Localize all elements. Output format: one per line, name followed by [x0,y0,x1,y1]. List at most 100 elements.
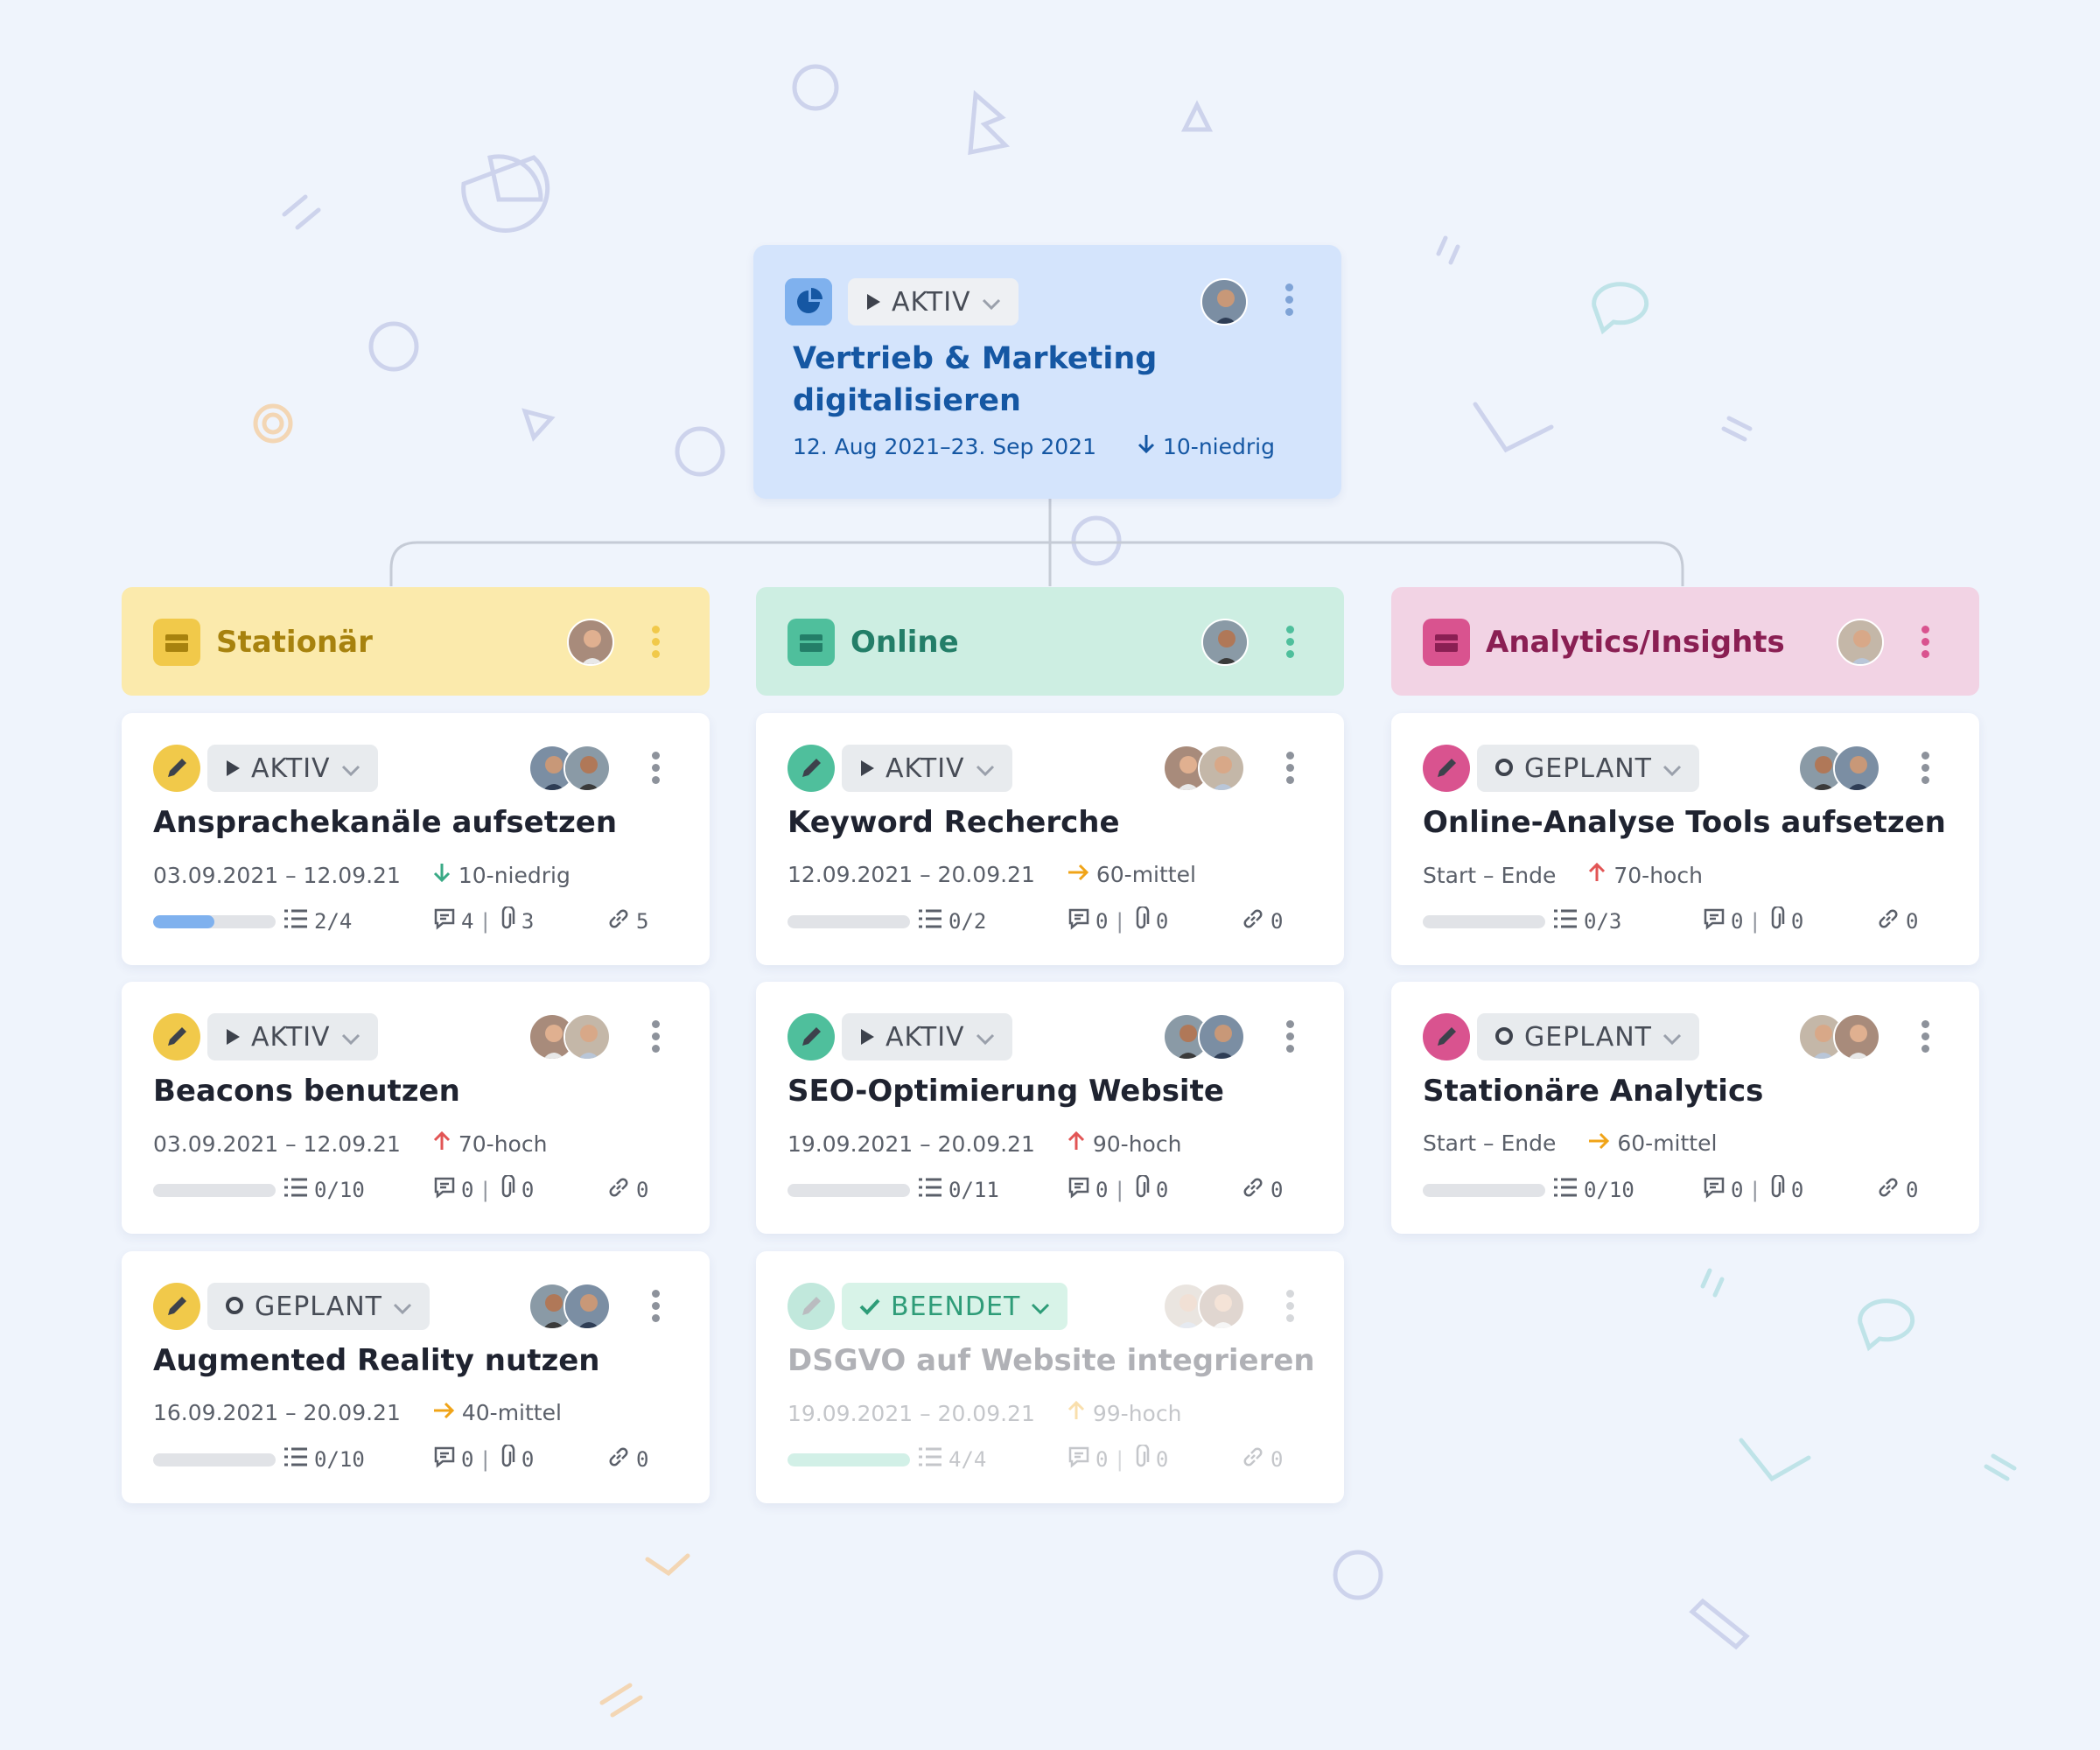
task-title[interactable]: SEO-Optimierung Website [788,1069,1224,1113]
more-options-icon[interactable] [1286,626,1295,658]
task-card[interactable]: AKTIV Ansprachekanäle aufsetzen 03.09.2021… [122,713,710,965]
status-dropdown[interactable]: AKTIV [848,278,1018,326]
status-dropdown[interactable]: AKTIV [842,745,1012,792]
task-title[interactable]: Online-Analyse Tools aufsetzen [1423,801,1946,844]
links[interactable]: 0 [1241,1172,1283,1208]
subtasks[interactable]: 0/10 [1552,1172,1634,1208]
pencil-icon[interactable] [788,745,835,792]
avatar[interactable] [564,745,611,792]
avatar[interactable] [1833,745,1880,792]
more-options-icon[interactable] [1286,752,1295,784]
pencil-icon[interactable] [153,745,200,792]
avatar[interactable] [1833,1013,1880,1060]
more-options-icon[interactable] [652,1290,661,1322]
more-options-icon[interactable] [1922,1020,1930,1053]
links[interactable]: 0 [1241,1442,1283,1477]
link-count: 0 [1270,909,1284,934]
assignee-avatars[interactable] [1798,745,1880,792]
subtasks[interactable]: 0/10 [283,1172,365,1208]
date-range: 19.09.2021 – 20.09.21 [788,1130,1035,1157]
avatar[interactable] [567,619,614,666]
avatar[interactable] [1198,1013,1245,1060]
task-card[interactable]: BEENDET DSGVO auf Website integrieren 19.0… [756,1251,1344,1503]
assignee-avatars[interactable] [1798,1013,1880,1060]
more-options-icon[interactable] [652,752,661,784]
box-icon [788,619,835,666]
more-options-icon[interactable] [652,1020,661,1053]
links[interactable]: 0 [1876,904,1918,939]
more-options-icon[interactable] [652,626,661,658]
avatar[interactable] [564,1283,611,1330]
column-header[interactable]: Online [756,587,1344,696]
links[interactable]: 5 [606,904,648,939]
task-card[interactable]: GEPLANT Online-Analyse Tools aufsetzen Sta… [1391,713,1979,965]
link-count: 5 [636,909,649,934]
comments[interactable]: 0 | 0 [1068,1172,1168,1208]
subtasks[interactable]: 2/4 [283,904,352,939]
avatar[interactable] [1201,619,1249,666]
more-options-icon[interactable] [1922,626,1930,658]
status-dropdown[interactable]: AKTIV [207,745,378,792]
status-dropdown[interactable]: AKTIV [207,1013,378,1060]
subtasks[interactable]: 0/10 [283,1442,365,1477]
root-title[interactable]: Vertrieb & Marketing digitalisieren [793,338,1213,422]
assignee-avatars[interactable] [528,745,611,792]
more-options-icon[interactable] [1286,1020,1295,1053]
avatar[interactable] [1198,745,1245,792]
subtasks[interactable]: 0/11 [917,1172,999,1208]
subtasks[interactable]: 4/4 [917,1442,986,1477]
task-title[interactable]: DSGVO auf Website integrieren [788,1339,1315,1382]
task-card[interactable]: AKTIV Beacons benutzen 03.09.2021 – 12.09.… [122,982,710,1234]
task-title[interactable]: Ansprachekanäle aufsetzen [153,801,617,844]
comments[interactable]: 4 | 3 [433,904,534,939]
column-header[interactable]: Stationär [122,587,710,696]
status-label: AKTIV [251,1021,331,1053]
pencil-icon[interactable] [788,1283,835,1330]
link-icon [1241,1175,1265,1205]
status-dropdown[interactable]: AKTIV [842,1013,1012,1060]
comments[interactable]: 0 | 0 [433,1442,534,1477]
task-title[interactable]: Augmented Reality nutzen [153,1339,600,1382]
links[interactable]: 0 [1876,1172,1918,1208]
status-dropdown[interactable]: GEPLANT [207,1283,430,1330]
links[interactable]: 0 [606,1442,648,1477]
task-card[interactable]: GEPLANT Stationäre Analytics Start – Ende 6… [1391,982,1979,1234]
more-options-icon[interactable] [1922,752,1930,784]
more-options-icon[interactable] [1285,284,1294,316]
pencil-icon[interactable] [153,1013,200,1060]
comments[interactable]: 0 | 0 [1068,904,1168,939]
more-options-icon[interactable] [1286,1290,1295,1322]
avatar[interactable] [564,1013,611,1060]
links[interactable]: 0 [606,1172,648,1208]
task-title[interactable]: Stationäre Analytics [1423,1069,1763,1113]
root-goal-card[interactable]: AKTIV Vertrieb & Marketing digitalisiere… [753,245,1341,499]
pencil-icon[interactable] [1423,745,1470,792]
comments[interactable]: 0 | 0 [433,1172,534,1208]
task-title[interactable]: Beacons benutzen [153,1069,460,1113]
assignee-avatars[interactable] [1163,1283,1245,1330]
column-header[interactable]: Analytics/Insights [1391,587,1979,696]
assignee-avatars[interactable] [1163,745,1245,792]
avatar[interactable] [1200,278,1248,326]
avatar[interactable] [1198,1283,1245,1330]
assignee-avatars[interactable] [528,1013,611,1060]
subtasks[interactable]: 0/2 [917,904,986,939]
status-dropdown[interactable]: GEPLANT [1477,745,1699,792]
pencil-icon[interactable] [153,1283,200,1330]
comments[interactable]: 0 | 0 [1703,904,1803,939]
comments[interactable]: 0 | 0 [1703,1172,1803,1208]
avatar[interactable] [1837,619,1884,666]
pencil-icon[interactable] [788,1013,835,1060]
task-title[interactable]: Keyword Recherche [788,801,1120,844]
assignee-avatars[interactable] [528,1283,611,1330]
task-card[interactable]: AKTIV Keyword Recherche 12.09.2021 – 20.09… [756,713,1344,965]
links[interactable]: 0 [1241,904,1283,939]
task-card[interactable]: GEPLANT Augmented Reality nutzen 16.09.202… [122,1251,710,1503]
assignee-avatars[interactable] [1163,1013,1245,1060]
subtasks[interactable]: 0/3 [1552,904,1621,939]
status-dropdown[interactable]: GEPLANT [1477,1013,1699,1060]
pencil-icon[interactable] [1423,1013,1470,1060]
status-dropdown[interactable]: BEENDET [842,1283,1068,1330]
task-card[interactable]: AKTIV SEO-Optimierung Website 19.09.2021 –… [756,982,1344,1234]
comments[interactable]: 0 | 0 [1068,1442,1168,1477]
